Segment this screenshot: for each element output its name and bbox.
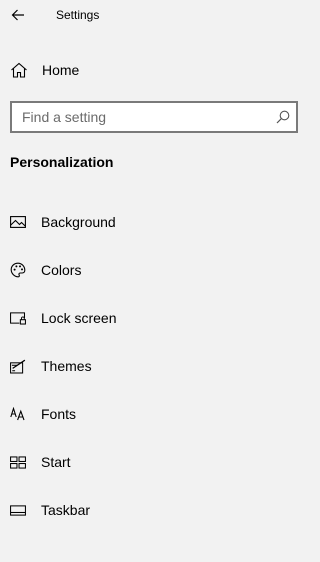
window-title: Settings	[56, 8, 100, 22]
picture-icon	[10, 214, 26, 230]
nav-item-label: Taskbar	[41, 502, 91, 518]
home-link[interactable]: Home	[10, 58, 79, 82]
back-arrow-icon	[11, 9, 25, 21]
nav-list: Background Colors Lock screen Themes Fon…	[0, 198, 316, 534]
search-icon[interactable]	[276, 110, 290, 124]
nav-item-label: Themes	[41, 358, 92, 374]
search-input[interactable]	[22, 109, 262, 125]
title-bar: Settings	[0, 0, 316, 30]
nav-item-lock-screen[interactable]: Lock screen	[0, 294, 316, 342]
start-icon	[10, 454, 26, 470]
search-box[interactable]	[10, 101, 298, 133]
nav-item-label: Start	[41, 454, 71, 470]
nav-item-label: Colors	[41, 262, 82, 278]
nav-item-label: Fonts	[41, 406, 77, 422]
nav-item-fonts[interactable]: Fonts	[0, 390, 316, 438]
home-label: Home	[42, 62, 80, 78]
nav-item-label: Lock screen	[41, 310, 117, 326]
nav-item-taskbar[interactable]: Taskbar	[0, 486, 316, 534]
taskbar-icon	[10, 502, 26, 518]
lock-screen-icon	[10, 310, 26, 326]
themes-icon	[10, 358, 26, 374]
palette-icon	[10, 262, 26, 278]
fonts-icon	[10, 406, 26, 422]
home-icon	[10, 62, 28, 78]
nav-item-label: Background	[41, 214, 116, 230]
nav-item-background[interactable]: Background	[0, 198, 316, 246]
section-title: Personalization	[10, 154, 114, 170]
back-button[interactable]	[0, 0, 36, 30]
nav-item-start[interactable]: Start	[0, 438, 316, 486]
nav-item-colors[interactable]: Colors	[0, 246, 316, 294]
nav-item-themes[interactable]: Themes	[0, 342, 316, 390]
